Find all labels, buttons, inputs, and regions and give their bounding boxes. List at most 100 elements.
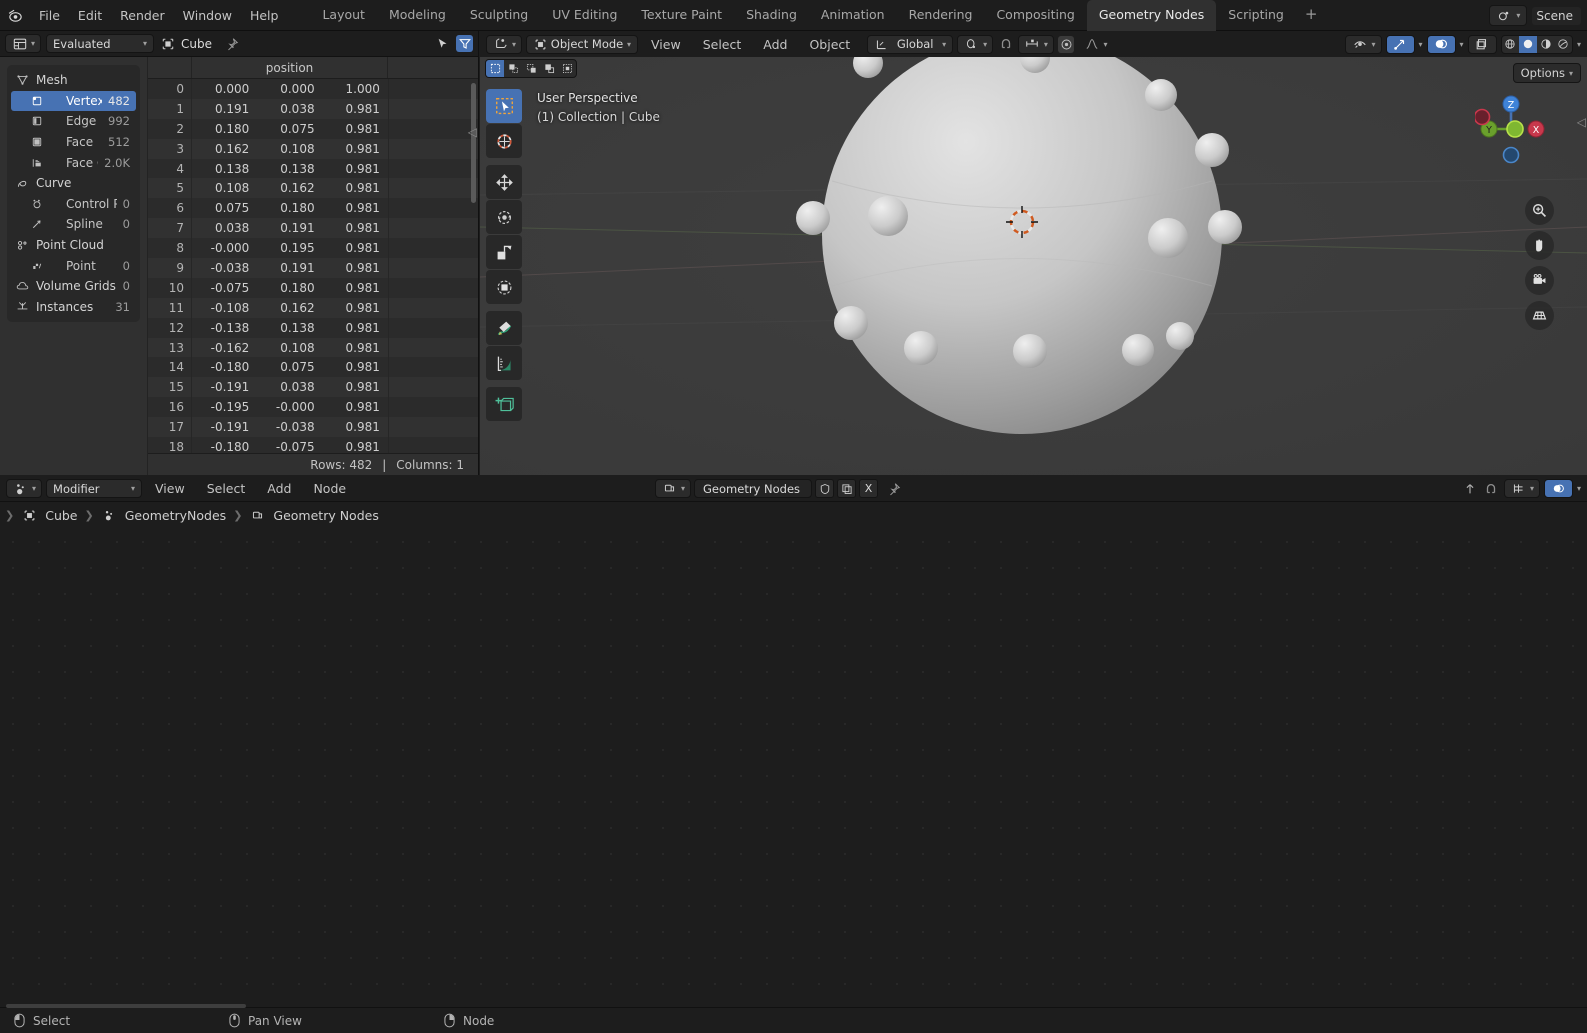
- chevron-down-icon[interactable]: ▾: [1577, 40, 1581, 49]
- go-to-parent-icon[interactable]: [1462, 480, 1479, 497]
- dataset-item-vertex[interactable]: Vertex 482: [11, 90, 136, 112]
- dataset-item-control-point[interactable]: Control Point 0: [11, 194, 136, 215]
- table-row[interactable]: 3 0.162 0.108 0.981: [148, 138, 478, 159]
- node-menu-select[interactable]: Select: [198, 478, 255, 499]
- shading-mode-group[interactable]: [1500, 34, 1573, 54]
- ortho-grid-icon[interactable]: [1525, 301, 1554, 330]
- subtract-select-icon[interactable]: [522, 60, 540, 77]
- invert-select-icon[interactable]: [540, 60, 558, 77]
- workspace-tab-shading[interactable]: Shading: [734, 0, 809, 31]
- table-row[interactable]: 11 -0.108 0.162 0.981: [148, 297, 478, 318]
- editor-type-selector[interactable]: ▾: [486, 34, 523, 54]
- shading-solid-icon[interactable]: [1519, 35, 1537, 53]
- breadcrumb-item-object[interactable]: Cube: [45, 508, 77, 523]
- proportional-edit-icon[interactable]: [1057, 35, 1075, 53]
- table-row[interactable]: 16 -0.195 -0.000 0.981: [148, 397, 478, 418]
- workspace-tab-geometry-nodes[interactable]: Geometry Nodes: [1086, 0, 1217, 31]
- table-row[interactable]: 5 0.108 0.162 0.981: [148, 178, 478, 199]
- 3d-viewport[interactable]: ▾ Object Mode ▾ View Select Add Object G…: [480, 31, 1587, 475]
- pin-icon[interactable]: [223, 35, 240, 52]
- pan-hand-icon[interactable]: [1525, 231, 1554, 260]
- dataset-mode-dropdown[interactable]: Evaluated ▾: [46, 34, 155, 53]
- menu-window[interactable]: Window: [174, 5, 241, 26]
- cursor-filter-icon[interactable]: [434, 35, 451, 52]
- node-canvas[interactable]: ▾ UV Sphere Mesh UV Map Segments32 Rings…: [0, 529, 1587, 998]
- shading-material-icon[interactable]: [1537, 36, 1555, 53]
- table-row[interactable]: 9 -0.038 0.191 0.981: [148, 258, 478, 278]
- viewport-menu-object[interactable]: Object: [800, 34, 859, 55]
- rotate-tool[interactable]: [486, 200, 522, 234]
- table-row[interactable]: 4 0.138 0.138 0.981: [148, 158, 478, 179]
- pin-icon[interactable]: [885, 480, 902, 497]
- dataset-item-curve[interactable]: Curve: [11, 173, 136, 194]
- dataset-item-point-cloud[interactable]: Point Cloud: [11, 235, 136, 256]
- table-row[interactable]: 17 -0.191 -0.038 0.981: [148, 417, 478, 438]
- table-row[interactable]: 12 -0.138 0.138 0.981: [148, 317, 478, 338]
- zoom-icon[interactable]: [1525, 196, 1554, 225]
- camera-icon[interactable]: [1525, 266, 1554, 295]
- extend-select-icon[interactable]: [504, 60, 522, 77]
- magnet-icon[interactable]: [1483, 480, 1500, 497]
- measure-tool[interactable]: [486, 346, 522, 380]
- menu-file[interactable]: File: [30, 5, 69, 26]
- unlink-x-icon[interactable]: X: [859, 479, 879, 498]
- menu-edit[interactable]: Edit: [69, 5, 111, 26]
- move-tool[interactable]: [486, 165, 522, 199]
- magnet-icon[interactable]: [997, 36, 1014, 53]
- table-row[interactable]: 7 0.038 0.191 0.981: [148, 218, 478, 239]
- node-context-dropdown[interactable]: Modifier ▾: [46, 479, 143, 498]
- snap-node-dropdown[interactable]: ▾: [1503, 479, 1540, 498]
- menu-help[interactable]: Help: [241, 5, 288, 26]
- viewport-menu-add[interactable]: Add: [754, 34, 796, 55]
- shading-rendered-icon[interactable]: [1554, 36, 1572, 53]
- node-menu-view[interactable]: View: [146, 478, 194, 499]
- node-menu-add[interactable]: Add: [258, 478, 300, 499]
- workspace-tab-uv-editing[interactable]: UV Editing: [540, 0, 629, 31]
- region-toggle-arrow-icon[interactable]: ◁: [468, 125, 477, 139]
- status-scrollbar[interactable]: [6, 1004, 246, 1008]
- workspace-tab-scripting[interactable]: Scripting: [1216, 0, 1296, 31]
- transform-orientation-dropdown[interactable]: Global ▾: [867, 34, 954, 54]
- intersect-select-icon[interactable]: [558, 60, 576, 77]
- editor-type-selector[interactable]: ▾: [6, 479, 43, 498]
- table-row[interactable]: 10 -0.075 0.180 0.981: [148, 277, 478, 298]
- scale-tool[interactable]: [486, 235, 522, 269]
- table-row[interactable]: 2 0.180 0.075 0.981: [148, 118, 478, 139]
- falloff-dropdown[interactable]: ▾: [1078, 35, 1112, 54]
- xray-toggle[interactable]: [1467, 34, 1497, 54]
- table-row[interactable]: 14 -0.180 0.075 0.981: [148, 357, 478, 378]
- gizmo-dropdown[interactable]: [1385, 34, 1415, 54]
- viewport-menu-view[interactable]: View: [642, 34, 690, 55]
- chevron-down-icon[interactable]: ▾: [1460, 40, 1464, 49]
- table-row[interactable]: 0 0.000 0.000 1.000: [148, 79, 478, 99]
- dataset-item-mesh[interactable]: Mesh: [11, 70, 136, 91]
- dataset-item-spline[interactable]: Spline 0: [11, 214, 136, 235]
- workspace-tab-sculpting[interactable]: Sculpting: [458, 0, 540, 31]
- workspace-tab-texture-paint[interactable]: Texture Paint: [629, 0, 734, 31]
- table-row[interactable]: 15 -0.191 0.038 0.981: [148, 377, 478, 398]
- scene-name[interactable]: Scene: [1532, 6, 1581, 25]
- node-overlays-dropdown[interactable]: [1543, 479, 1573, 498]
- column-header-position[interactable]: position: [192, 57, 388, 78]
- menu-render[interactable]: Render: [111, 5, 174, 26]
- select-mode-buttons[interactable]: [485, 59, 577, 78]
- viewport-sidebar-toggle-icon[interactable]: ◁: [1577, 115, 1586, 129]
- table-row[interactable]: 13 -0.162 0.108 0.981: [148, 337, 478, 358]
- snapping-dropdown[interactable]: ▾: [1017, 34, 1054, 54]
- chevron-down-icon[interactable]: ▾: [1419, 40, 1423, 49]
- overlays-dropdown[interactable]: [1426, 34, 1456, 54]
- add-cube-tool[interactable]: [486, 387, 522, 421]
- shading-wireframe-icon[interactable]: [1502, 36, 1520, 53]
- viewport-menu-select[interactable]: Select: [694, 34, 751, 55]
- node-group-name-field[interactable]: Geometry Nodes: [694, 479, 813, 498]
- visibility-dropdown[interactable]: ▾: [1345, 34, 1382, 54]
- viewport-options-popover[interactable]: Options ▾: [1512, 63, 1581, 83]
- dataset-item-volume-grids[interactable]: Volume Grids 0: [11, 276, 136, 297]
- tweak-select-box-tool[interactable]: [486, 89, 522, 123]
- breadcrumb-item-nodegroup[interactable]: Geometry Nodes: [273, 508, 378, 523]
- shield-fake-user-icon[interactable]: [815, 479, 835, 498]
- breadcrumb-collapse-icon[interactable]: ❯: [5, 509, 14, 522]
- workspace-tab-animation[interactable]: Animation: [809, 0, 897, 31]
- scene-selector[interactable]: ▾: [1489, 5, 1528, 26]
- set-select-icon[interactable]: [486, 60, 504, 77]
